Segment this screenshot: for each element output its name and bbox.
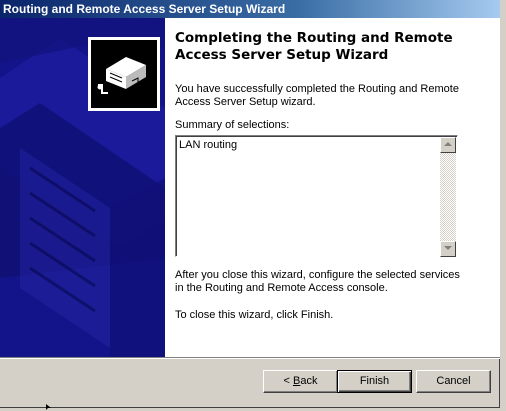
network-server-wizard-icon — [88, 37, 160, 111]
scroll-down-button[interactable] — [440, 241, 456, 257]
wizard-banner — [0, 18, 165, 357]
after-close-text: After you close this wizard, configure t… — [175, 269, 460, 295]
wizard-window: Routing and Remote Access Server Setup W… — [0, 0, 500, 408]
after-close-line-1: After you close this wizard, configure t… — [175, 269, 460, 281]
back-button-prefix: < — [283, 375, 293, 387]
back-button[interactable]: < Back — [263, 370, 338, 393]
summary-label: Summary of selections: — [175, 119, 290, 131]
intro-text-line-1: You have successfully completed the Rout… — [175, 83, 459, 95]
close-instruction: To close this wizard, click Finish. — [175, 309, 334, 321]
arrow-down-icon — [444, 246, 452, 250]
summary-textbox[interactable]: LAN routing — [175, 135, 458, 257]
summary-value: LAN routing — [179, 139, 238, 151]
arrow-up-icon — [444, 142, 452, 146]
title-bar[interactable]: Routing and Remote Access Server Setup W… — [0, 0, 500, 18]
page-title-line-1: Completing the Routing and Remote — [175, 30, 453, 46]
window-title: Routing and Remote Access Server Setup W… — [3, 2, 286, 16]
page-title-line-2: Access Server Setup Wizard — [175, 47, 389, 63]
intro-text: You have successfully completed the Rout… — [175, 83, 459, 109]
cancel-button[interactable]: Cancel — [416, 370, 491, 393]
finish-button[interactable]: Finish — [337, 370, 412, 393]
page-title: Completing the Routing and Remote Access… — [175, 30, 475, 64]
separator-highlight — [0, 358, 500, 359]
scroll-up-button[interactable] — [440, 137, 456, 153]
intro-text-line-2: Access Server Setup wizard. — [175, 96, 316, 108]
after-close-line-2: in the Routing and Remote Access console… — [175, 282, 388, 294]
summary-scrollbar[interactable] — [440, 137, 456, 257]
mouse-pointer-icon — [46, 404, 51, 410]
wizard-content: Completing the Routing and Remote Access… — [0, 18, 500, 357]
back-button-label: ack — [300, 375, 318, 387]
